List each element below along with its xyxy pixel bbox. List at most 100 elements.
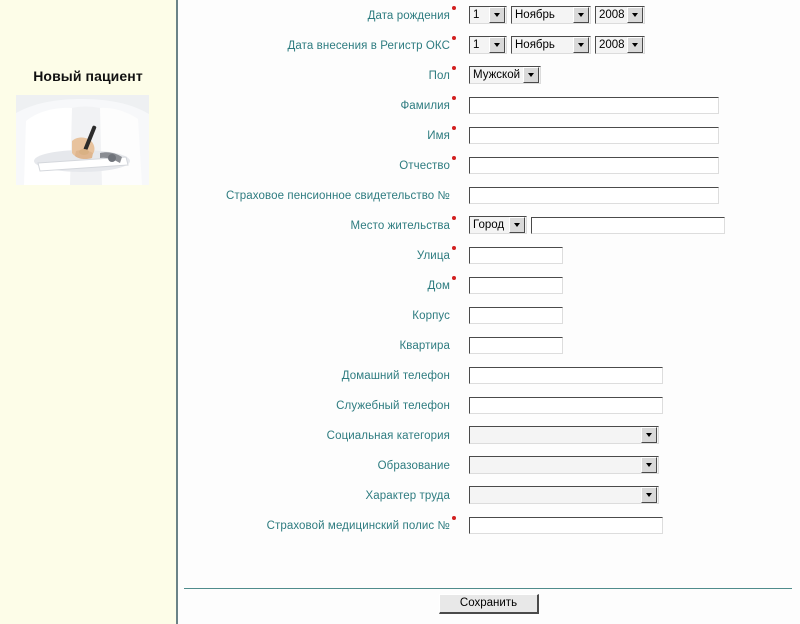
- required-dot-icon: [452, 35, 456, 40]
- registry-date-year-select[interactable]: 2008: [595, 36, 645, 54]
- label-first-name: Имя: [178, 125, 460, 144]
- gender-select[interactable]: Мужской: [469, 66, 541, 84]
- birth-date-month-value: Ноябрь: [515, 9, 555, 21]
- form-row-building: Корпус: [178, 300, 800, 330]
- chevron-down-icon[interactable]: [573, 37, 589, 53]
- label-street: Улица: [178, 245, 460, 264]
- doctor-photo-illustration: [16, 95, 149, 185]
- label-text: Домашний телефон: [341, 370, 450, 382]
- birth-date-year-select[interactable]: 2008: [595, 6, 645, 24]
- street-input[interactable]: [469, 246, 563, 264]
- house-input[interactable]: [469, 276, 563, 294]
- label-work-phone: Служебный телефон: [178, 396, 460, 414]
- form-row-street: Улица: [178, 240, 800, 270]
- label-text: Страховой медицинский полис №: [266, 520, 450, 532]
- label-text: Фамилия: [400, 100, 450, 112]
- residence-name-input[interactable]: [531, 216, 725, 234]
- required-dot-icon: [452, 155, 456, 160]
- apartment-input[interactable]: [469, 336, 563, 354]
- label-text: Дата рождения: [367, 10, 450, 22]
- label-residence: Место жительства: [178, 215, 460, 234]
- gender-value: Мужской: [473, 69, 521, 81]
- label-middle-name: Отчество: [178, 155, 460, 174]
- pension-certificate-input[interactable]: [469, 186, 719, 204]
- save-button[interactable]: Сохранить: [439, 594, 539, 614]
- label-text: Квартира: [399, 340, 450, 352]
- birth-date-day-value: 1: [473, 9, 480, 21]
- chevron-down-icon[interactable]: [627, 37, 643, 53]
- chevron-down-icon[interactable]: [489, 7, 505, 23]
- form-row-house: Дом: [178, 270, 800, 300]
- birth-date-month-select[interactable]: Ноябрь: [511, 6, 591, 24]
- social-category-select[interactable]: [469, 426, 659, 444]
- label-text: Страховое пенсионное свидетельство №: [226, 190, 450, 202]
- chevron-down-icon[interactable]: [489, 37, 505, 53]
- required-dot-icon: [452, 245, 456, 250]
- field-registry-date: 1 Ноябрь 2008: [460, 36, 800, 54]
- work-phone-input[interactable]: [469, 396, 663, 414]
- label-building: Корпус: [178, 306, 460, 324]
- label-birth-date: Дата рождения: [178, 5, 460, 24]
- chevron-down-icon[interactable]: [523, 67, 539, 83]
- chevron-down-icon[interactable]: [641, 487, 657, 503]
- chevron-down-icon[interactable]: [641, 457, 657, 473]
- residence-type-value: Город: [473, 219, 505, 231]
- first-name-input[interactable]: [469, 126, 719, 144]
- building-input[interactable]: [469, 306, 563, 324]
- field-work-phone: [460, 396, 800, 414]
- label-apartment: Квартира: [178, 336, 460, 354]
- medical-policy-input[interactable]: [469, 516, 663, 534]
- field-first-name: [460, 126, 800, 144]
- field-education: [460, 456, 800, 474]
- registry-date-day-select[interactable]: 1: [469, 36, 507, 54]
- label-medical-policy: Страховой медицинский полис №: [178, 515, 460, 534]
- label-text: Образование: [377, 460, 450, 472]
- label-pension-certificate: Страховое пенсионное свидетельство №: [178, 186, 460, 204]
- required-dot-icon: [452, 275, 456, 280]
- form-row-gender: Пол Мужской: [178, 60, 800, 90]
- required-dot-icon: [452, 215, 456, 220]
- label-text: Имя: [427, 130, 450, 142]
- main-content: Дата рождения 1 Ноябрь 2008 Дата внесени…: [178, 0, 800, 624]
- label-text: Пол: [428, 70, 450, 82]
- sidebar: Новый пациент: [0, 0, 178, 624]
- label-education: Образование: [178, 456, 460, 474]
- form-row-registry-date: Дата внесения в Регистр ОКС 1 Ноябрь 200…: [178, 30, 800, 60]
- form-row-apartment: Квартира: [178, 330, 800, 360]
- field-last-name: [460, 96, 800, 114]
- chevron-down-icon[interactable]: [573, 7, 589, 23]
- field-middle-name: [460, 156, 800, 174]
- field-birth-date: 1 Ноябрь 2008: [460, 6, 800, 24]
- field-gender: Мужской: [460, 66, 800, 84]
- field-social-category: [460, 426, 800, 444]
- registry-date-year-value: 2008: [599, 39, 625, 51]
- chevron-down-icon[interactable]: [641, 427, 657, 443]
- education-select[interactable]: [469, 456, 659, 474]
- last-name-input[interactable]: [469, 96, 719, 114]
- form-row-social-category: Социальная категория: [178, 420, 800, 450]
- label-home-phone: Домашний телефон: [178, 366, 460, 384]
- required-dot-icon: [452, 5, 456, 10]
- residence-type-select[interactable]: Город: [469, 216, 527, 234]
- home-phone-input[interactable]: [469, 366, 663, 384]
- field-residence: Город: [460, 216, 800, 234]
- chevron-down-icon[interactable]: [509, 217, 525, 233]
- form-row-education: Образование: [178, 450, 800, 480]
- field-medical-policy: [460, 516, 800, 534]
- form-divider: [184, 588, 792, 589]
- registry-date-month-select[interactable]: Ноябрь: [511, 36, 591, 54]
- form-row-home-phone: Домашний телефон: [178, 360, 800, 390]
- middle-name-input[interactable]: [469, 156, 719, 174]
- labor-type-select[interactable]: [469, 486, 659, 504]
- birth-date-day-select[interactable]: 1: [469, 6, 507, 24]
- form-row-medical-policy: Страховой медицинский полис №: [178, 510, 800, 540]
- label-house: Дом: [178, 275, 460, 294]
- label-gender: Пол: [178, 65, 460, 84]
- label-social-category: Социальная категория: [178, 426, 460, 444]
- field-street: [460, 246, 800, 264]
- label-text: Улица: [416, 250, 450, 262]
- form-row-residence: Место жительства Город: [178, 210, 800, 240]
- chevron-down-icon[interactable]: [627, 7, 643, 23]
- form-actions: Сохранить: [178, 594, 800, 614]
- doctor-writing-photo: [16, 95, 149, 185]
